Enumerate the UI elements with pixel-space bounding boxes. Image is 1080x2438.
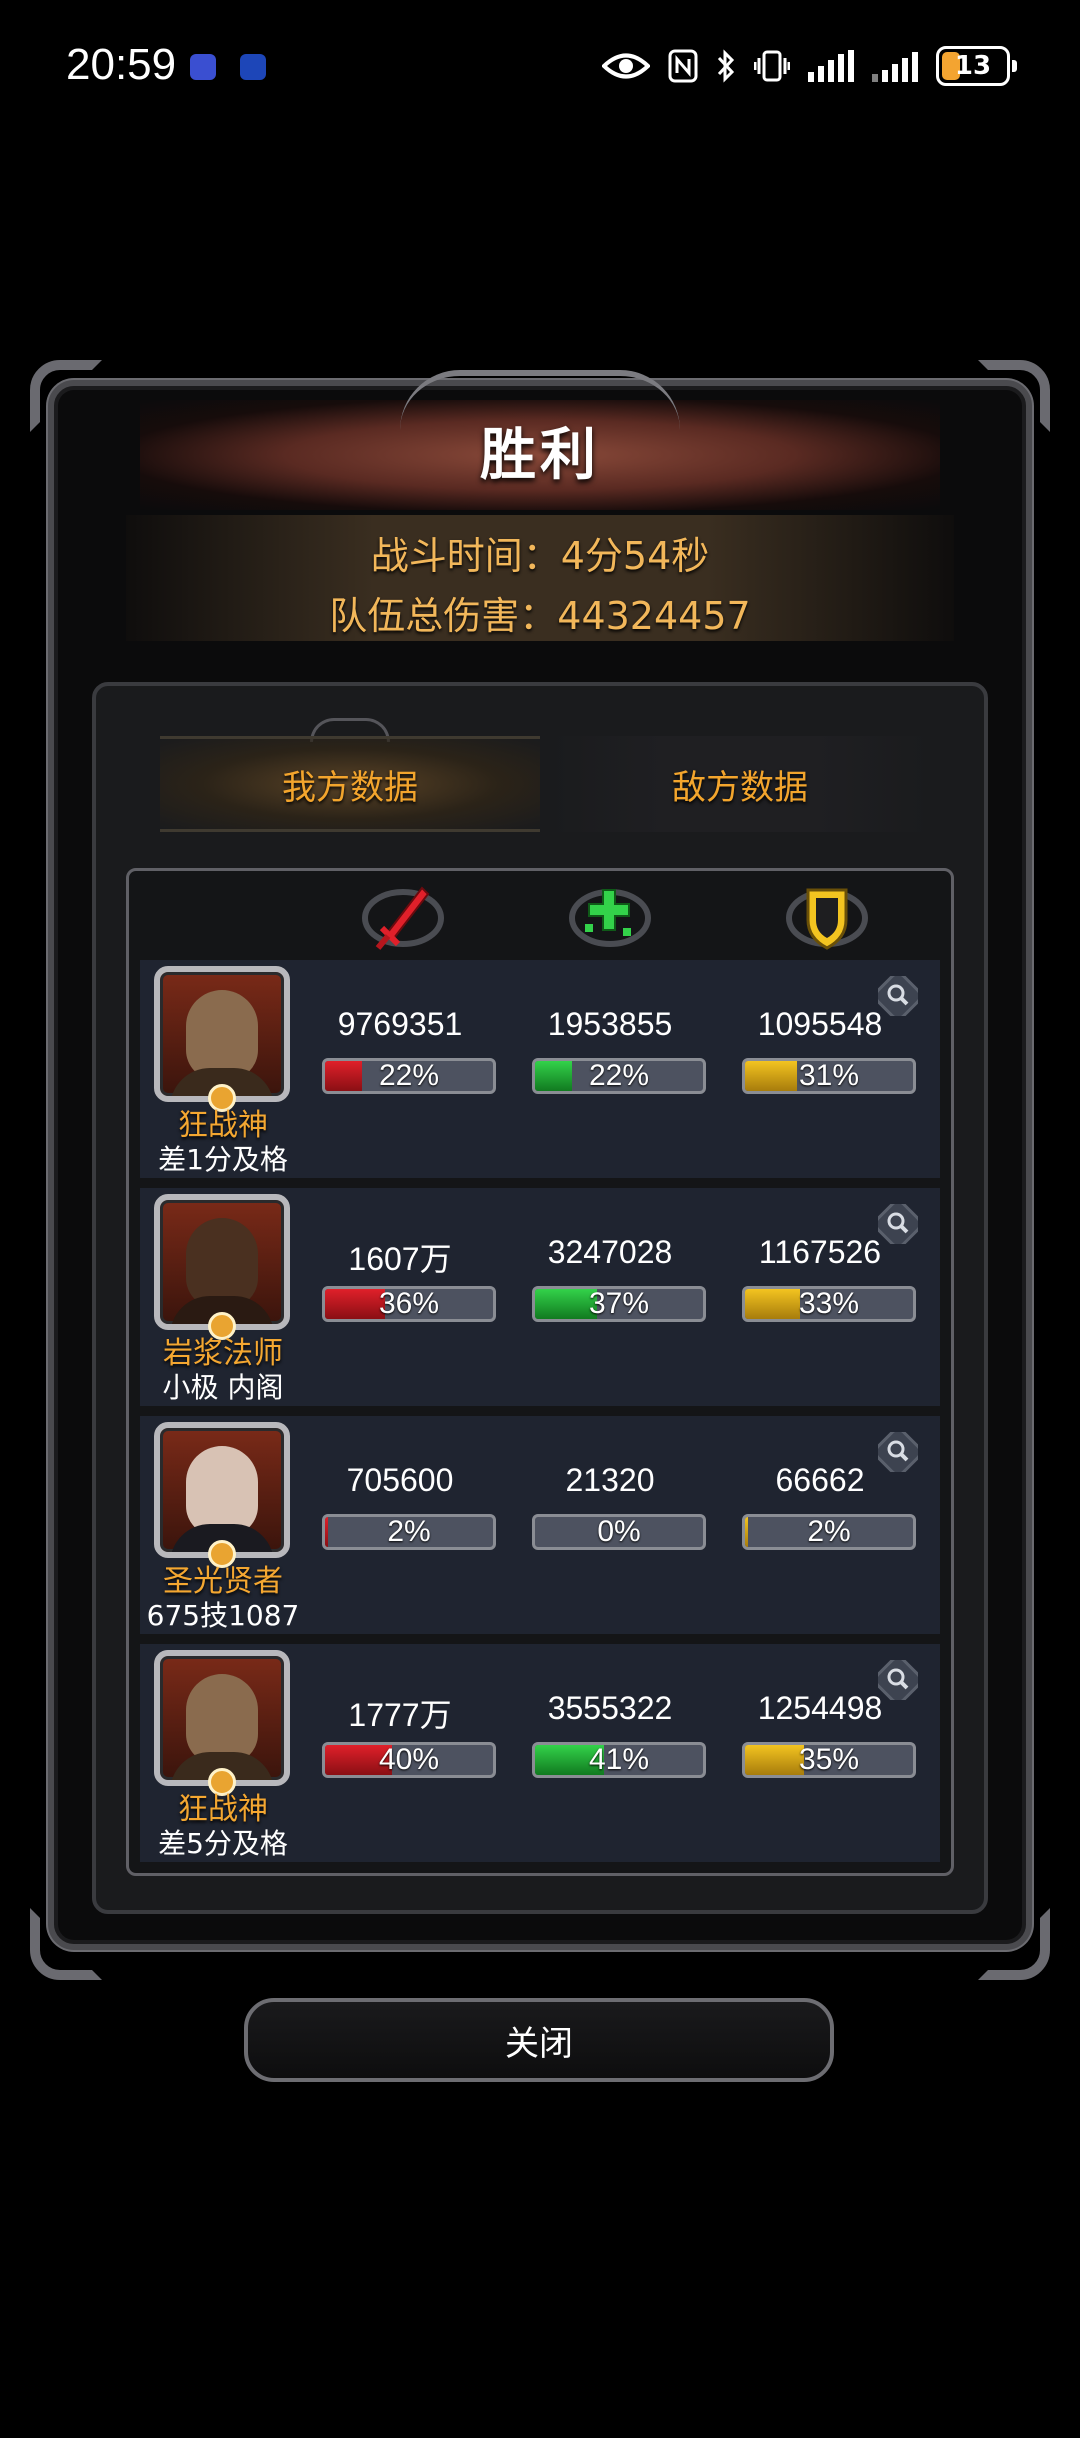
notification-app-icon [240,54,266,80]
hero-avatar[interactable] [154,1422,290,1558]
heal-bar: 37% [532,1286,706,1322]
bluetooth-icon [716,48,736,84]
magnifier-icon[interactable] [874,1200,922,1248]
hero-portrait [186,1674,258,1764]
hero-avatar[interactable] [154,1650,290,1786]
team-total-damage: 队伍总伤害：44324457 [329,594,751,638]
hero-row[interactable]: 岩浆法师 小极 内阁 1607万 36% 3247028 37% 1167526… [140,1188,940,1406]
hero-row[interactable]: 圣光贤者 675技1087 705600 2% 21320 0% 66662 2… [140,1416,940,1634]
damage-bar: 22% [322,1058,496,1094]
heal-percent: 22% [588,1059,650,1092]
hero-row[interactable]: 狂战神 差1分及格 9769351 22% 1953855 22% 109554… [140,960,940,1178]
sword-icon [358,880,448,954]
damage-bar: 36% [322,1286,496,1322]
battery-level: 13 [954,51,992,81]
tank-bar: 2% [742,1514,916,1550]
tank-percent: 33% [798,1287,860,1320]
tab-my-team[interactable]: 我方数据 [160,736,540,832]
hero-portrait [186,1218,258,1308]
hero-player-name: 675技1087 [146,1599,300,1632]
notification-app-icon [190,54,216,80]
tank-percent: 35% [798,1743,860,1776]
damage-percent: 40% [378,1743,440,1776]
status-icons: 13 [602,44,1017,88]
heal-bar: 22% [532,1058,706,1094]
shield-icon [782,880,872,954]
heal-value: 1953855 [547,1006,673,1042]
tab-enemy-team[interactable]: 敌方数据 [550,736,930,832]
magnifier-icon[interactable] [874,972,922,1020]
tank-percent: 2% [807,1515,851,1548]
battle-time: 战斗时间：4分54秒 [370,534,710,578]
hero-portrait [186,1446,258,1536]
damage-percent: 2% [387,1515,431,1548]
eye-icon [602,48,650,84]
hero-avatar[interactable] [154,1194,290,1330]
hero-player-name: 差1分及格 [158,1143,288,1176]
tank-bar: 35% [742,1742,916,1778]
heal-value: 3247028 [547,1234,673,1270]
close-button[interactable]: 关闭 [244,1998,834,2082]
damage-value: 1607万 [348,1241,452,1277]
heal-percent: 0% [597,1515,641,1548]
damage-percent: 22% [378,1059,440,1092]
status-bar: 20:59 13 [0,0,1080,140]
hero-row[interactable]: 狂战神 差5分及格 1777万 40% 3555322 41% 1254498 … [140,1644,940,1862]
damage-bar: 2% [322,1514,496,1550]
status-time: 20:59 [66,40,177,89]
tank-percent: 31% [798,1059,860,1092]
hero-portrait [186,990,258,1080]
hero-player-name: 差5分及格 [158,1827,288,1860]
damage-percent: 36% [378,1287,440,1320]
magnifier-icon[interactable] [874,1428,922,1476]
battery-icon: 13 [936,46,1017,86]
heal-value: 3555322 [547,1690,673,1726]
cell-signal-icon [808,50,854,82]
heal-cross-icon [565,880,655,954]
magnifier-icon[interactable] [874,1656,922,1704]
heal-bar: 0% [532,1514,706,1550]
tank-bar: 31% [742,1058,916,1094]
heal-value: 21320 [565,1462,655,1498]
dialog-title: 胜利 [480,423,600,488]
damage-value: 1777万 [348,1697,452,1733]
hero-player-name: 小极 内阁 [162,1371,284,1404]
cell-signal-icon [872,50,918,82]
hero-avatar[interactable] [154,966,290,1102]
damage-value: 705600 [346,1462,454,1498]
heal-bar: 41% [532,1742,706,1778]
nfc-icon [668,48,698,84]
heal-percent: 37% [588,1287,650,1320]
tank-bar: 33% [742,1286,916,1322]
vibrate-icon [754,48,790,84]
damage-bar: 40% [322,1742,496,1778]
heal-percent: 41% [588,1743,650,1776]
damage-value: 9769351 [337,1006,463,1042]
